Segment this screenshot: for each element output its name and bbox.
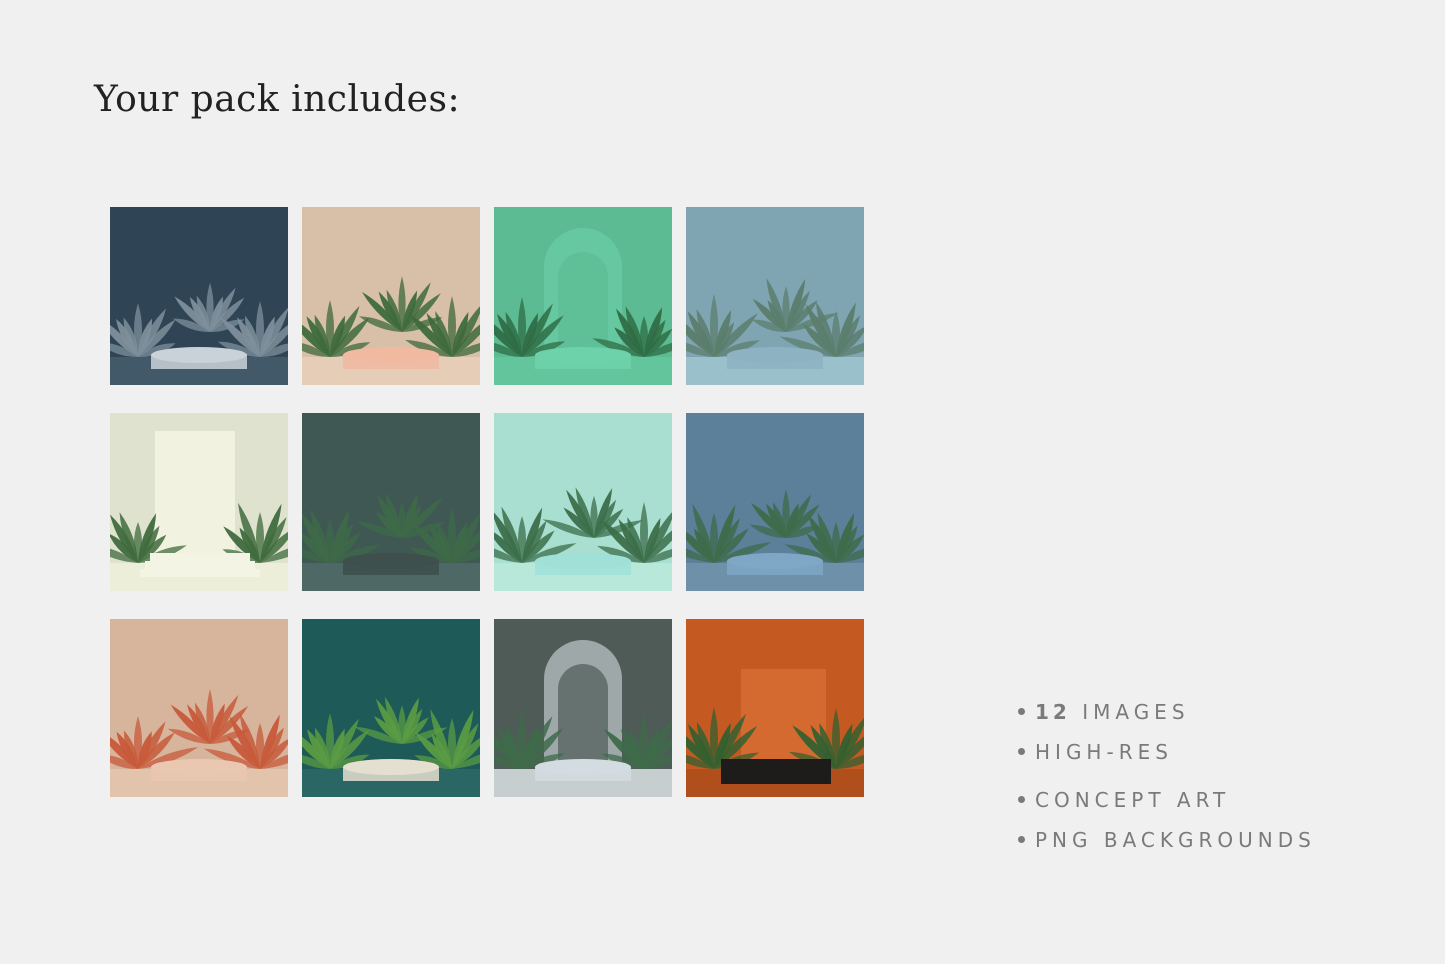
bullet-icon <box>1018 708 1025 715</box>
thumbnail-grid <box>110 207 865 798</box>
feature-item-high-res: HIGH-RES <box>1018 740 1316 764</box>
image-count: 12 <box>1035 700 1071 724</box>
feature-label: CONCEPT ART <box>1035 788 1231 812</box>
feature-item-images: 12 IMAGES <box>1018 700 1316 724</box>
thumbnail-scene <box>686 413 864 591</box>
feature-list: 12 IMAGES HIGH-RES CONCEPT ART PNG BACKG… <box>1018 700 1316 852</box>
thumbnail-image <box>494 413 672 591</box>
feature-label: HIGH-RES <box>1035 740 1173 764</box>
thumbnail-image <box>110 413 288 591</box>
thumbnail-scene <box>494 207 672 385</box>
thumbnail-image <box>302 619 480 797</box>
feature-label: PNG BACKGROUNDS <box>1035 828 1316 852</box>
bullet-icon <box>1018 748 1025 755</box>
thumbnail-image <box>686 207 864 385</box>
thumbnail-scene <box>494 413 672 591</box>
bullet-icon <box>1018 836 1025 843</box>
thumbnail-image <box>110 207 288 385</box>
thumbnail-image <box>302 207 480 385</box>
thumbnail-image <box>302 413 480 591</box>
feature-item-concept-art: CONCEPT ART <box>1018 788 1316 812</box>
thumbnail-scene <box>686 619 864 797</box>
thumbnail-scene <box>686 207 864 385</box>
thumbnail-image <box>686 413 864 591</box>
thumbnail-scene <box>110 413 288 591</box>
thumbnail-scene <box>302 207 480 385</box>
thumbnail-image <box>494 619 672 797</box>
thumbnail-scene <box>302 413 480 591</box>
thumbnail-scene <box>110 619 288 797</box>
image-count-label: IMAGES <box>1082 700 1190 724</box>
thumbnail-scene <box>494 619 672 797</box>
bullet-icon <box>1018 796 1025 803</box>
thumbnail-image <box>494 207 672 385</box>
feature-item-png-backgrounds: PNG BACKGROUNDS <box>1018 828 1316 852</box>
page-title: Your pack includes: <box>94 79 461 120</box>
thumbnail-image <box>686 619 864 797</box>
thumbnail-scene <box>110 207 288 385</box>
thumbnail-scene <box>302 619 480 797</box>
thumbnail-image <box>110 619 288 797</box>
